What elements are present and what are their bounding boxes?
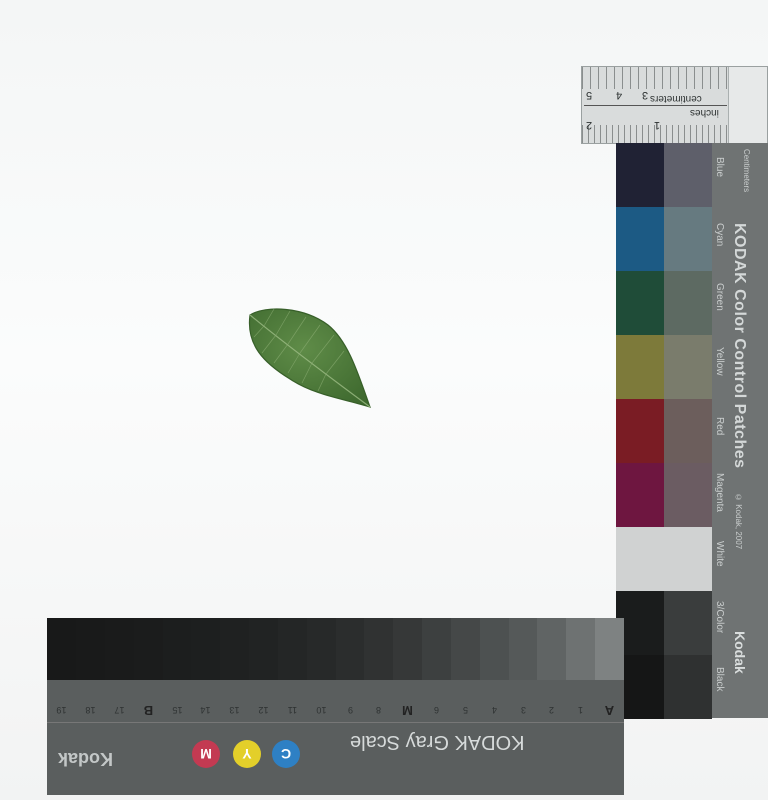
yellow-registration-dot: Y (233, 740, 261, 768)
patch-label-white: White (714, 541, 725, 567)
color-chart-title: KODAK Color Control Patches (731, 223, 748, 469)
ruler-endcap (728, 67, 767, 143)
gray-step-label: A (604, 702, 615, 718)
color-chart-centimeters-label: Centimeters (742, 149, 751, 193)
gray-step-label: 13 (229, 705, 240, 715)
gray-step-label: 3 (520, 705, 526, 715)
gray-patch (537, 618, 567, 680)
cyan-registration-dot: C (272, 740, 300, 768)
gray-scale-step-labels: A 1 2 3 4 5 6 M 8 9 10 11 12 13 14 15 B 17 18 19 (47, 698, 624, 722)
ruler-number: 5 (586, 89, 593, 101)
gray-patch (104, 618, 134, 680)
gray-patch (133, 618, 163, 680)
gray-scale-patches (47, 618, 624, 680)
gray-step-label: 14 (200, 705, 211, 715)
patch-yellow-gray (664, 335, 712, 399)
gray-patch (306, 618, 336, 680)
gray-step-label: 4 (491, 705, 497, 715)
gray-patch (422, 618, 451, 680)
patch-red-gray (664, 399, 712, 463)
patch-green-gray (664, 271, 712, 335)
gray-patch (595, 618, 624, 680)
gray-step-label: 1 (578, 705, 584, 715)
gray-step-label: 15 (171, 705, 182, 715)
patch-label-blue: Blue (714, 157, 725, 178)
gray-step-label: 17 (114, 705, 125, 715)
gray-patch (450, 618, 480, 680)
gray-step-label: 12 (258, 705, 269, 715)
kodak-logo-gray-scale: Kodak (58, 749, 114, 769)
patch-blue-gray (664, 143, 712, 207)
gray-step-label: 8 (376, 705, 382, 715)
ruler-number: 2 (586, 119, 593, 131)
gray-step-label: 5 (462, 705, 468, 715)
patch-three-color-gray (664, 591, 712, 655)
ruler-number: 3 (642, 89, 649, 101)
gray-patch (277, 618, 307, 680)
gray-patch (364, 618, 394, 680)
gray-step-label: B (143, 702, 153, 718)
magenta-registration-dot: M (192, 740, 220, 768)
gray-step-label: 11 (287, 705, 297, 715)
leaf-specimen (248, 308, 371, 408)
gray-scale-chart: A 1 2 3 4 5 6 M 8 9 10 11 12 13 14 15 B 17 18 19 (47, 618, 624, 795)
gray-step-label: 9 (347, 705, 353, 715)
gray-step-label: 10 (316, 705, 327, 715)
patch-cyan-gray (664, 207, 712, 271)
patch-label-cyan: Cyan (714, 223, 725, 247)
gray-patch (162, 618, 192, 680)
gray-scale-title: KODAK Gray Scale (350, 731, 525, 753)
gray-step-label: 6 (434, 705, 440, 715)
ruler-number: 4 (616, 89, 623, 101)
patch-label-magenta: Magenta (714, 473, 725, 512)
patch-yellow (616, 335, 664, 399)
gray-scale-divider (47, 722, 624, 723)
gray-step-label: 2 (549, 705, 555, 715)
patch-label-green: Green (714, 283, 725, 311)
color-chart-small-print: © Kodak, 2007 (734, 493, 743, 550)
gray-patch (249, 618, 278, 680)
leaf-blade (248, 308, 371, 408)
patch-label-3color: 3/Color (714, 601, 725, 634)
gray-step-label: 18 (85, 705, 96, 715)
ruler-unit-inches: inches (690, 107, 719, 118)
patch-label-red: Red (714, 417, 725, 436)
patch-red (616, 399, 664, 463)
patch-magenta (616, 463, 664, 527)
gray-step-label: M (402, 702, 414, 718)
ruler-divider (584, 105, 727, 106)
color-control-chart: Centimeters Blue Cyan Green Yellow Red M… (616, 143, 768, 719)
gray-patch (191, 618, 221, 680)
patch-green (616, 271, 664, 335)
patch-magenta-gray (664, 463, 712, 527)
gray-patch (566, 618, 596, 680)
gray-patch (75, 618, 105, 680)
measurement-ruler: 2 1 4 3 5 inches centimeters (581, 66, 768, 144)
gray-patch (508, 618, 538, 680)
kodak-logo-color-chart: Kodak (732, 631, 748, 674)
patch-label-black: Black (714, 667, 725, 692)
patch-black-gray (664, 655, 712, 719)
gray-step-label: 19 (56, 705, 67, 715)
ruler-number: 1 (654, 119, 661, 131)
gray-patch (479, 618, 509, 680)
gray-patch (220, 618, 250, 680)
gray-patch (393, 618, 423, 680)
patch-blue (616, 143, 664, 207)
ruler-unit-centimeters: centimeters (650, 93, 702, 104)
gray-patch (47, 618, 76, 680)
patch-label-yellow: Yellow (714, 347, 725, 376)
patch-white (616, 527, 712, 591)
patch-cyan (616, 207, 664, 271)
color-chart-label-strip: Centimeters Blue Cyan Green Yellow Red M… (712, 143, 768, 718)
gray-patch (335, 618, 365, 680)
